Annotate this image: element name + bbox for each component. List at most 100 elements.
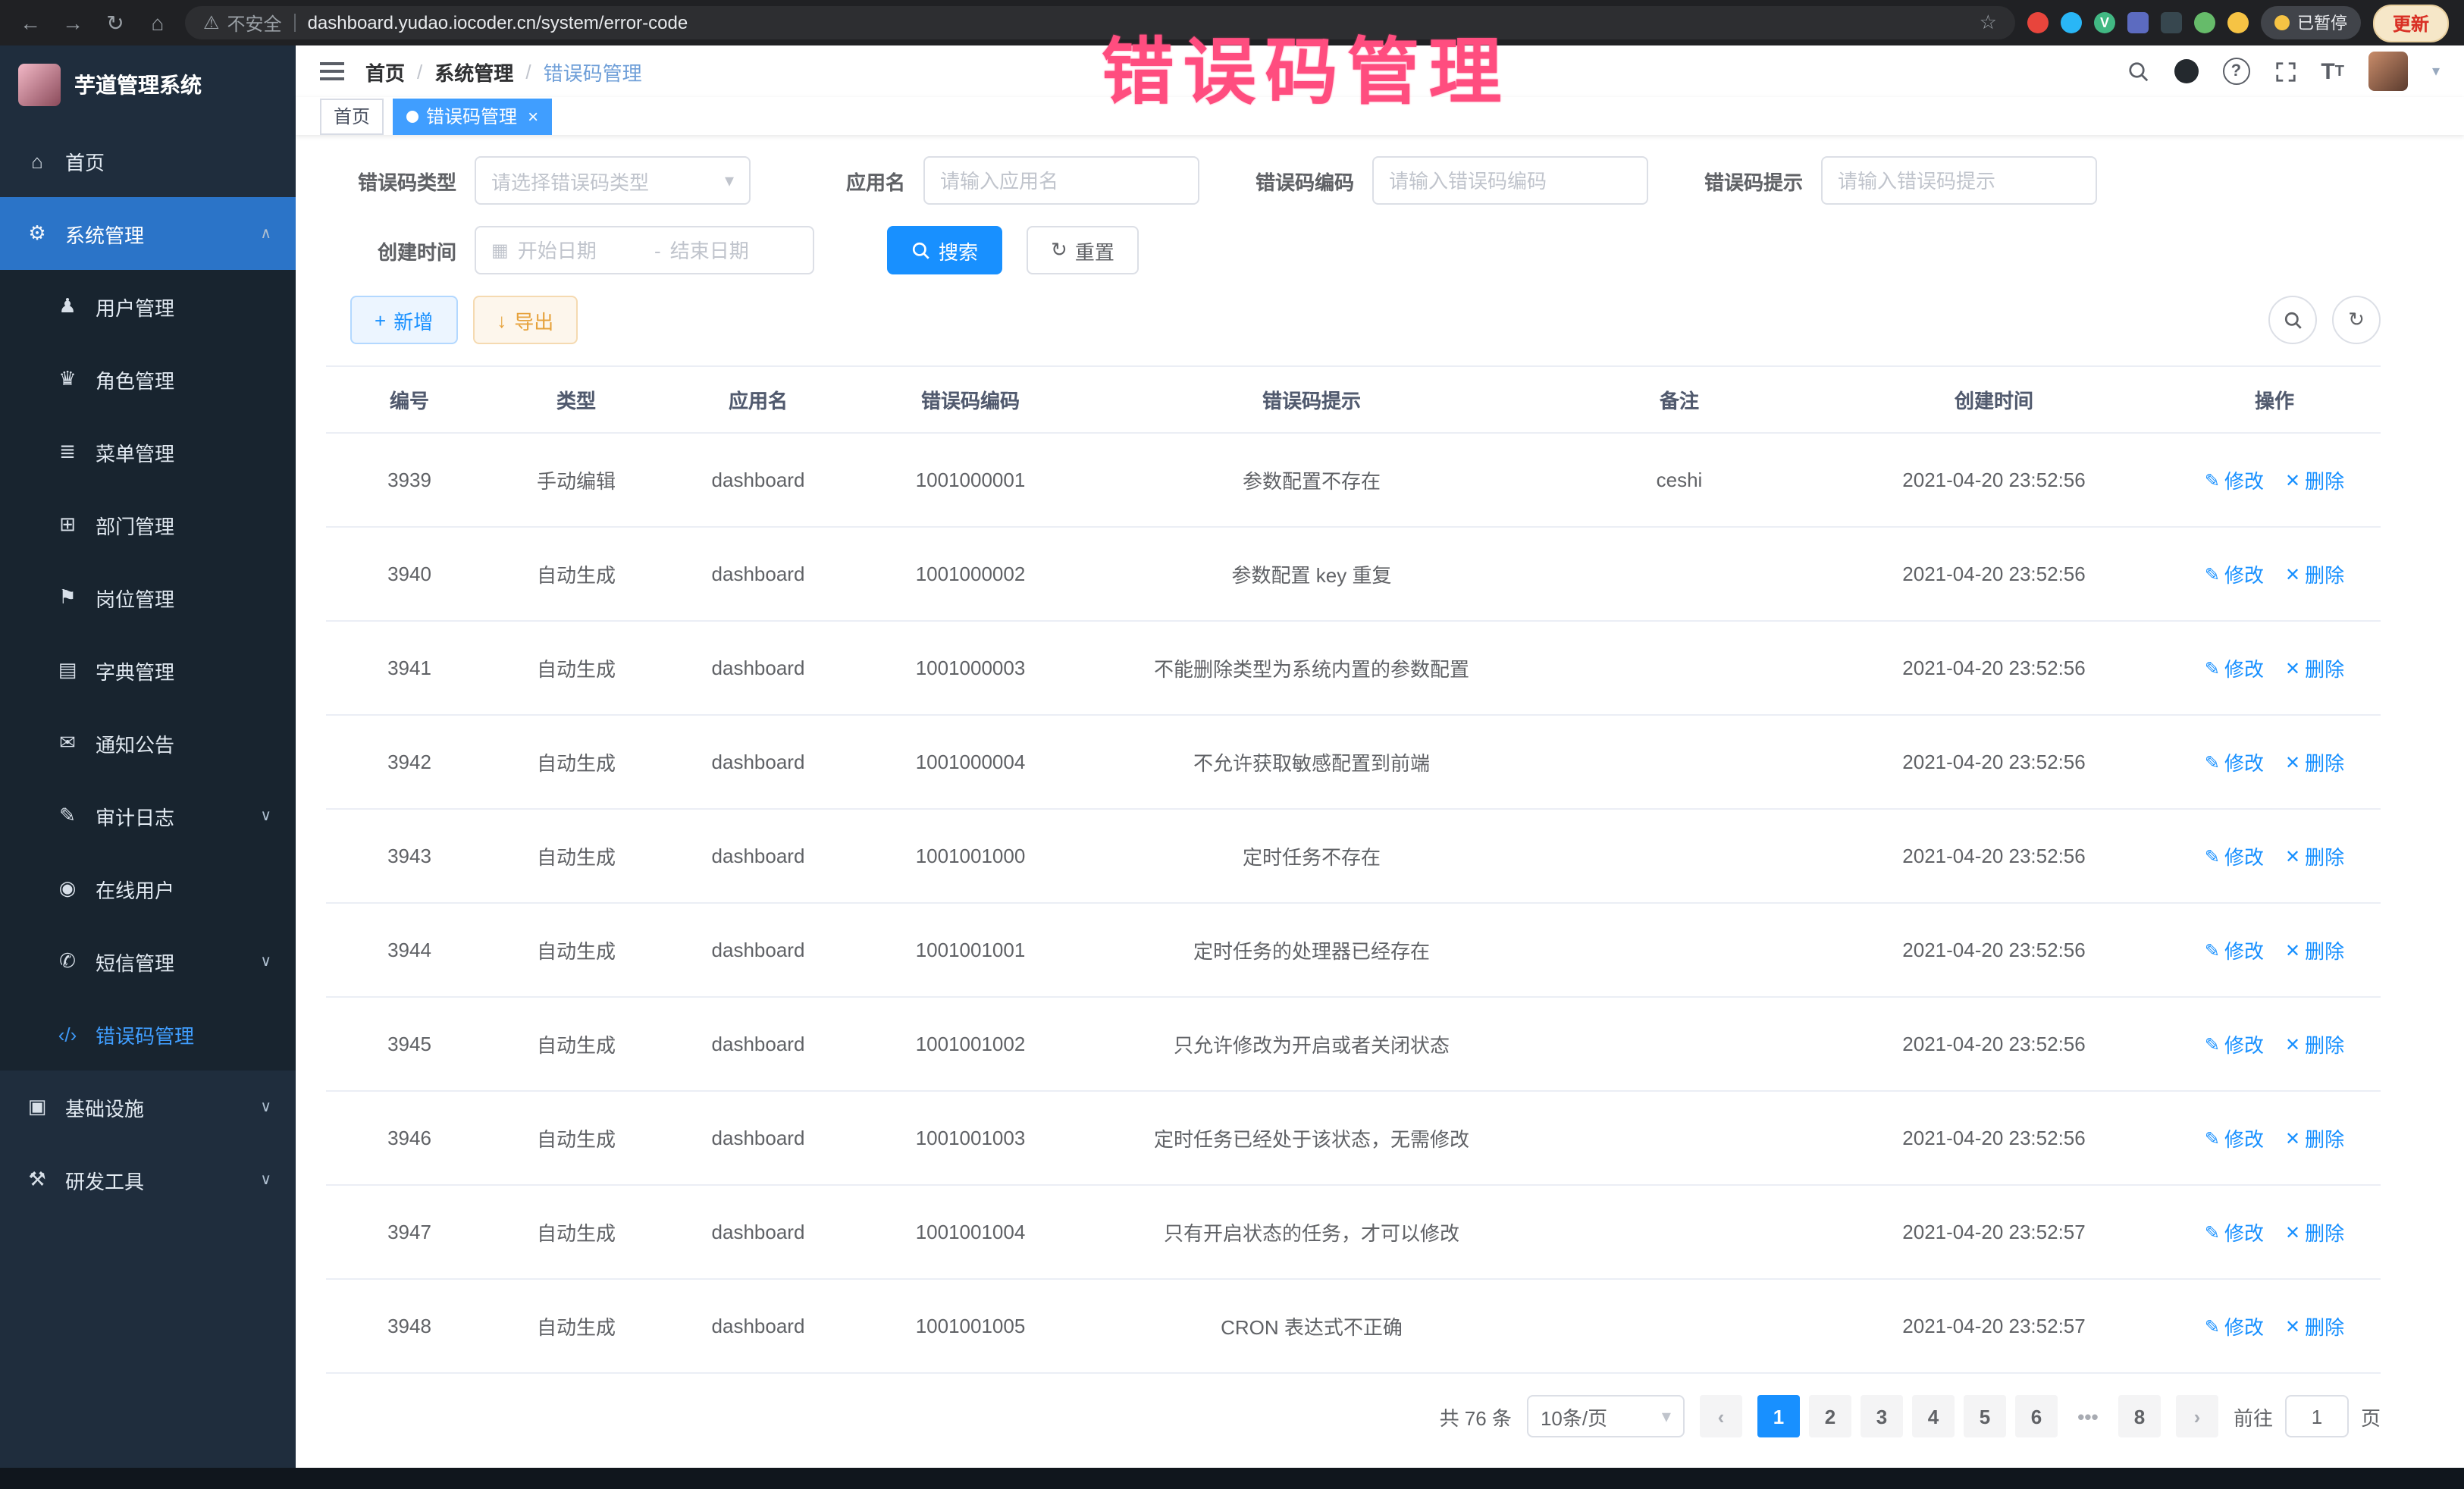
- page-button-8[interactable]: 8: [2118, 1395, 2161, 1437]
- edit-button[interactable]: ✎修改: [2205, 748, 2264, 776]
- hamburger-icon[interactable]: [320, 62, 344, 80]
- edit-button[interactable]: ✎修改: [2205, 1030, 2264, 1058]
- cell-type: 自动生成: [493, 527, 660, 621]
- page-button-4[interactable]: 4: [1912, 1395, 1955, 1437]
- profile-avatar[interactable]: [2227, 12, 2249, 33]
- next-page-button[interactable]: ›: [2176, 1395, 2218, 1437]
- page-buttons: 123456•••8: [1757, 1395, 2161, 1437]
- page-button-6[interactable]: 6: [2015, 1395, 2058, 1437]
- fullscreen-icon[interactable]: [2274, 60, 2296, 83]
- paused-badge[interactable]: 已暂停: [2261, 6, 2361, 39]
- browser-reload-icon[interactable]: ↻: [100, 10, 130, 36]
- cell-ops: ✎修改 ✕删除: [2168, 527, 2381, 621]
- error-msg-input[interactable]: [1838, 169, 2080, 192]
- gear-icon: ⚙: [24, 221, 50, 246]
- sidebar-item-menu[interactable]: ≣菜单管理: [0, 415, 296, 488]
- error-code-input[interactable]: [1389, 169, 1632, 192]
- edit-button[interactable]: ✎修改: [2205, 560, 2264, 588]
- edit-button[interactable]: ✎修改: [2205, 466, 2264, 494]
- sidebar-item-dict[interactable]: ▤字典管理: [0, 634, 296, 707]
- sidebar-item-system[interactable]: ⚙系统管理∧: [0, 197, 296, 270]
- sidebar-item-notice[interactable]: ✉通知公告: [0, 707, 296, 779]
- edit-button[interactable]: ✎修改: [2205, 936, 2264, 964]
- goto-page-input[interactable]: [2285, 1395, 2349, 1437]
- cell-code: 1001001004: [857, 1185, 1084, 1279]
- delete-button[interactable]: ✕删除: [2285, 654, 2344, 682]
- browser-forward-icon[interactable]: →: [58, 11, 88, 35]
- sidebar-item-user[interactable]: ♟用户管理: [0, 270, 296, 343]
- page-size-select[interactable]: 10条/页 ▾: [1527, 1395, 1685, 1437]
- address-bar[interactable]: ⚠ 不安全 dashboard.yudao.iocoder.cn/system/…: [185, 6, 2015, 39]
- extension-green-icon[interactable]: [2194, 12, 2215, 33]
- delete-button[interactable]: ✕删除: [2285, 1312, 2344, 1340]
- date-range-picker[interactable]: ▦ -: [475, 226, 814, 274]
- add-button[interactable]: + 新增: [350, 296, 457, 344]
- reset-button[interactable]: ↻ 重置: [1027, 226, 1139, 274]
- app-logo[interactable]: 芋道管理系统: [0, 45, 296, 124]
- page-button-1[interactable]: 1: [1757, 1395, 1800, 1437]
- help-icon[interactable]: ?: [2222, 58, 2249, 85]
- page-button-5[interactable]: 5: [1964, 1395, 2006, 1437]
- column-header: 错误码编码: [857, 366, 1084, 433]
- sidebar-item-sms[interactable]: ✆短信管理∨: [0, 925, 296, 998]
- browser-back-icon[interactable]: ←: [15, 11, 45, 35]
- browser-home-icon[interactable]: ⌂: [143, 11, 173, 35]
- start-date-input[interactable]: [518, 239, 645, 262]
- edit-button[interactable]: ✎修改: [2205, 1218, 2264, 1246]
- sidebar-item-dept[interactable]: ⊞部门管理: [0, 488, 296, 561]
- bookmark-star-icon[interactable]: ☆: [1980, 11, 1997, 35]
- extension-teal-icon[interactable]: [2061, 12, 2082, 33]
- delete-button[interactable]: ✕删除: [2285, 1124, 2344, 1152]
- extension-vue-devtools-icon[interactable]: V: [2094, 12, 2115, 33]
- breadcrumb-item[interactable]: 首页: [365, 57, 405, 86]
- search-button[interactable]: 搜索: [887, 226, 1002, 274]
- update-button[interactable]: 更新: [2373, 4, 2449, 42]
- toggle-search-button[interactable]: [2268, 296, 2317, 344]
- delete-button[interactable]: ✕删除: [2285, 560, 2344, 588]
- close-icon[interactable]: ×: [528, 105, 538, 127]
- edit-button[interactable]: ✎修改: [2205, 842, 2264, 870]
- export-button[interactable]: ↓ 导出: [472, 296, 578, 344]
- search-icon[interactable]: [2127, 60, 2149, 83]
- edit-button[interactable]: ✎修改: [2205, 1124, 2264, 1152]
- error-type-select[interactable]: 请选择错误码类型 ▾: [475, 156, 751, 205]
- refresh-button[interactable]: ↻: [2332, 296, 2381, 344]
- github-icon[interactable]: [2174, 59, 2198, 83]
- security-status[interactable]: ⚠ 不安全: [203, 10, 282, 36]
- paused-avatar-icon: [2274, 15, 2290, 30]
- app-name-input[interactable]: [940, 169, 1183, 192]
- cell-code: 1001001005: [857, 1279, 1084, 1373]
- edit-button[interactable]: ✎修改: [2205, 1312, 2264, 1340]
- delete-button[interactable]: ✕删除: [2285, 842, 2344, 870]
- edit-button[interactable]: ✎修改: [2205, 654, 2264, 682]
- sidebar-item-role[interactable]: ♛角色管理: [0, 343, 296, 415]
- user-avatar[interactable]: [2368, 52, 2408, 91]
- delete-button[interactable]: ✕删除: [2285, 466, 2344, 494]
- page-button-2[interactable]: 2: [1809, 1395, 1851, 1437]
- edit-icon: ✎: [2205, 563, 2220, 585]
- delete-icon: ✕: [2285, 939, 2300, 961]
- page-button-3[interactable]: 3: [1861, 1395, 1903, 1437]
- delete-button[interactable]: ✕删除: [2285, 748, 2344, 776]
- sidebar-item-home[interactable]: ⌂首页: [0, 124, 296, 197]
- sidebar-item-online-user[interactable]: ◉在线用户: [0, 852, 296, 925]
- tag-home[interactable]: 首页: [320, 98, 384, 134]
- sidebar-item-error-code[interactable]: ‹/›错误码管理: [0, 998, 296, 1071]
- tag-error-code[interactable]: 错误码管理×: [393, 98, 552, 134]
- font-size-icon[interactable]: TT: [2321, 58, 2344, 84]
- sidebar-item-post[interactable]: ⚑岗位管理: [0, 561, 296, 634]
- delete-button[interactable]: ✕删除: [2285, 1218, 2344, 1246]
- breadcrumb-item[interactable]: 系统管理: [434, 57, 513, 86]
- delete-button[interactable]: ✕删除: [2285, 936, 2344, 964]
- end-date-input[interactable]: [670, 239, 798, 262]
- extension-dark-icon[interactable]: [2161, 12, 2182, 33]
- column-header: 创建时间: [1820, 366, 2168, 433]
- sidebar-item-dev-tools[interactable]: ⚒研发工具∨: [0, 1143, 296, 1216]
- delete-button[interactable]: ✕删除: [2285, 1030, 2344, 1058]
- prev-page-button[interactable]: ‹: [1700, 1395, 1742, 1437]
- sidebar-item-infra[interactable]: ▣基础设施∨: [0, 1071, 296, 1143]
- extension-grid-icon[interactable]: [2127, 12, 2149, 33]
- extension-red-icon[interactable]: [2027, 12, 2049, 33]
- chevron-down-icon[interactable]: ▾: [2432, 63, 2440, 80]
- sidebar-item-audit-log[interactable]: ✎审计日志∨: [0, 779, 296, 852]
